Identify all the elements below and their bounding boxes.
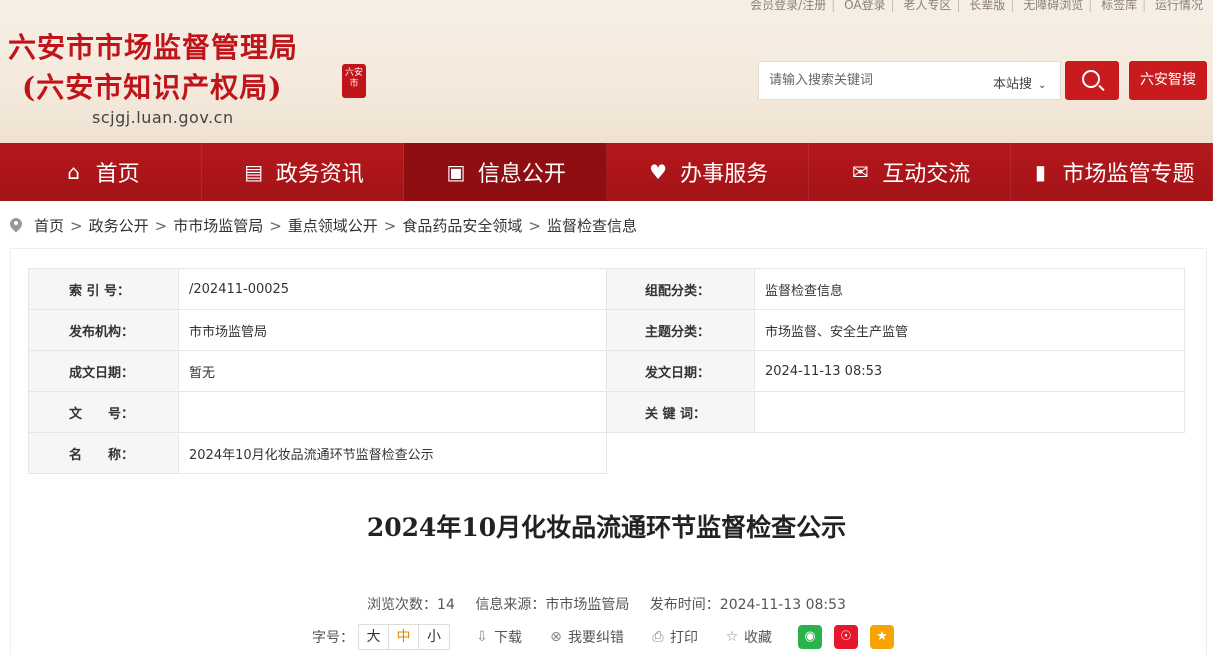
location-pin-icon [10, 218, 22, 234]
site-domain: scjgj.luan.gov.cn [92, 108, 234, 127]
top-link-elderly[interactable]: 老人专区 [903, 0, 951, 12]
font-size-medium-button[interactable]: 中 [389, 625, 419, 649]
meta-label: 组配分类： [606, 268, 755, 310]
meta-value: 市市场监管局 [178, 309, 607, 351]
meta-value [178, 391, 607, 433]
breadcrumb-item[interactable]: 监督检查信息 [547, 215, 637, 236]
print-icon: ⎙ [652, 629, 664, 645]
meta-label: 成文日期： [28, 350, 179, 392]
qzone-share-icon[interactable]: ★ [870, 625, 894, 649]
meta-value: 暂无 [178, 350, 607, 392]
view-count: 浏览次数：14 [367, 597, 455, 613]
meta-value: 2024-11-13 08:53 [754, 350, 1185, 392]
meta-label: 发布机构： [28, 309, 179, 351]
nav-topics[interactable]: ▮ 市场监管专题 [1011, 143, 1213, 201]
article-tools: 字号： 大 中 小 ⇩ 下载 ⊗ 我要纠错 ⎙ 打印 ☆ 收藏 ◉ ☉ ★ [312, 624, 906, 650]
bookmark-icon: ▮ [1034, 160, 1046, 184]
meta-value: 市场监督、安全生产监管 [754, 309, 1185, 351]
main-nav: ⌂ 首页 ▤ 政务资讯 ▣ 信息公开 ♥ 办事服务 ✉ 互动交流 ▮ 市场监管专题 [0, 143, 1213, 201]
font-size-switcher: 大 中 小 [358, 624, 450, 650]
nav-news[interactable]: ▤ 政务资讯 [202, 143, 405, 201]
breadcrumb-item[interactable]: 食品药品安全领域 [402, 215, 522, 236]
top-link-login[interactable]: 会员登录/注册 [750, 0, 826, 12]
document-meta-table: 索 引 号： /202411-00025 组配分类： 监督检查信息 发布机构： … [28, 268, 1185, 474]
print-label: 打印 [670, 630, 698, 646]
meta-label: 主题分类： [606, 309, 755, 351]
nav-interaction-label: 互动交流 [882, 162, 971, 187]
top-link-tags[interactable]: 标签库 [1101, 0, 1137, 12]
wechat-share-icon[interactable]: ◉ [798, 625, 822, 649]
chat-icon: ✉ [851, 160, 869, 184]
font-size-large-button[interactable]: 大 [359, 625, 389, 649]
top-link-senior-version[interactable]: 长辈版 [969, 0, 1005, 12]
nav-services[interactable]: ♥ 办事服务 [607, 143, 809, 201]
site-title-line2: (六安市知识产权局) [22, 71, 283, 104]
table-row: 成文日期： 暂无 发文日期： 2024-11-13 08:53 [28, 350, 1185, 392]
error-icon: ⊗ [550, 629, 562, 645]
meta-label: 关 键 词： [606, 391, 755, 433]
nav-disclosure-label: 信息公开 [477, 162, 566, 187]
meta-value: 2024年10月化妆品流通环节监督检查公示 [178, 432, 607, 474]
search-box: 本站搜 ⌄ [758, 61, 1061, 100]
download-icon: ⇩ [476, 629, 488, 645]
site-header: 会员登录/注册 | OA登录 | 老人专区 | 长辈版 | 无障碍浏览 | 标签库 | 运行… [0, 0, 1213, 143]
report-error-label: 我要纠错 [568, 630, 624, 646]
breadcrumb-item[interactable]: 首页 [34, 215, 64, 236]
top-link-oa[interactable]: OA登录 [844, 0, 885, 12]
chevron-down-icon: ⌄ [1038, 80, 1047, 91]
nav-home[interactable]: ⌂ 首页 [0, 143, 203, 201]
nav-topics-label: 市场监管专题 [1062, 162, 1195, 187]
site-title[interactable]: 六安市市场监督管理局 (六安市知识产权局) [8, 28, 298, 108]
search-button[interactable] [1065, 61, 1119, 100]
font-size-label: 字号： [312, 630, 354, 646]
meta-label: 文 号： [28, 391, 179, 433]
weibo-share-icon[interactable]: ☉ [834, 625, 858, 649]
nav-interaction[interactable]: ✉ 互动交流 [809, 143, 1011, 201]
star-outline-icon: ☆ [725, 629, 739, 645]
seal-logo: 六安市 [342, 64, 366, 98]
breadcrumb: 首页 > 政务公开 > 市市场监管局 > 重点领域公开 > 食品药品安全领域 > 监督检查… [10, 215, 637, 236]
meta-label: 名 称： [28, 432, 179, 474]
favorite-label: 收藏 [744, 630, 772, 646]
table-row: 索 引 号： /202411-00025 组配分类： 监督检查信息 [28, 268, 1185, 310]
download-label: 下载 [494, 630, 522, 646]
top-links: 会员登录/注册 | OA登录 | 老人专区 | 长辈版 | 无障碍浏览 | 标签库 | 运行… [750, 0, 1203, 12]
article-title: 2024年10月化妆品流通环节监督检查公示 [366, 513, 847, 542]
meta-label: 发文日期： [606, 350, 755, 392]
home-icon: ⌂ [67, 160, 80, 184]
meta-value [754, 391, 1185, 433]
top-link-accessibility[interactable]: 无障碍浏览 [1023, 0, 1083, 12]
breadcrumb-item[interactable]: 政务公开 [89, 215, 149, 236]
nav-home-label: 首页 [95, 162, 140, 187]
site-title-line1: 六安市市场监督管理局 [8, 31, 299, 64]
info-source: 信息来源：市市场监管局 [475, 597, 630, 613]
table-row: 名 称： 2024年10月化妆品流通环节监督检查公示 [28, 432, 1185, 474]
publish-time: 发布时间：2024-11-13 08:53 [649, 597, 846, 613]
breadcrumb-item[interactable]: 重点领域公开 [288, 215, 378, 236]
nav-news-label: 政务资讯 [275, 162, 364, 187]
heart-icon: ♥ [649, 160, 668, 184]
meta-value: /202411-00025 [178, 268, 607, 310]
table-row: 文 号： 关 键 词： [28, 391, 1185, 433]
search-input[interactable] [759, 62, 979, 99]
search-icon [1082, 70, 1100, 88]
favorite-button[interactable]: ☆ 收藏 [724, 627, 772, 647]
nav-disclosure[interactable]: ▣ 信息公开 [404, 143, 607, 201]
print-button[interactable]: ⎙ 打印 [650, 627, 698, 647]
font-size-small-button[interactable]: 小 [419, 625, 449, 649]
meta-value: 监督检查信息 [754, 268, 1185, 310]
search-scope-label: 本站搜 [993, 77, 1033, 92]
smart-search-button[interactable]: 六安智搜 [1129, 61, 1207, 100]
top-link-status[interactable]: 运行情况 [1155, 0, 1203, 12]
nav-services-label: 办事服务 [680, 162, 769, 187]
book-icon: ▣ [446, 160, 466, 184]
report-error-button[interactable]: ⊗ 我要纠错 [548, 627, 624, 647]
article-info: 浏览次数：14 信息来源：市市场监管局 发布时间：2024-11-13 08:5… [0, 594, 1213, 614]
meta-label: 索 引 号： [28, 268, 179, 310]
breadcrumb-item[interactable]: 市市场监管局 [173, 215, 263, 236]
table-row: 发布机构： 市市场监管局 主题分类： 市场监督、安全生产监管 [28, 309, 1185, 351]
download-button[interactable]: ⇩ 下载 [474, 627, 522, 647]
search-scope-select[interactable]: 本站搜 ⌄ [993, 73, 1046, 92]
document-icon: ▤ [244, 160, 264, 184]
